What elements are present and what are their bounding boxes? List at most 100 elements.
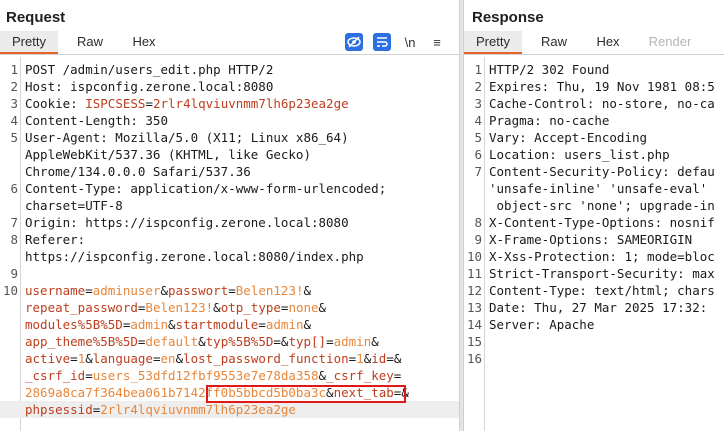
response-tab-raw[interactable]: Raw [530, 31, 578, 53]
menu-icon[interactable]: ≡ [428, 33, 446, 51]
request-line: 8 Referer: [0, 231, 459, 248]
token: & [168, 317, 176, 332]
token: = [326, 334, 334, 349]
token: app_theme%5B%5D [25, 334, 138, 349]
token: = [393, 368, 402, 383]
line-text: https://ispconfig.zerone.local:8080/inde… [25, 248, 364, 265]
highlight-box [206, 385, 406, 403]
request-line: 5 User-Agent: Mozilla/5.0 (X11; Linux x86… [0, 129, 459, 146]
request-tab-hex[interactable]: Hex [120, 31, 168, 53]
token: = [152, 351, 161, 366]
response-pane: Response Pretty Raw Hex Render 1 HTTP/2 3… [464, 0, 724, 431]
line-text: object-src 'none'; upgrade-in [489, 197, 715, 214]
response-line: 15 [464, 333, 724, 350]
line-text: _csrf_id=users_53dfd12fbf9553e7e78da358&… [25, 367, 401, 384]
request-tab-pretty[interactable]: Pretty [0, 31, 58, 54]
response-title: Response [472, 9, 544, 26]
request-line: 4 Content-Length: 350 [0, 112, 459, 129]
line-text: Referer: [25, 231, 85, 248]
response-line: object-src 'none'; upgrade-in [464, 197, 724, 214]
line-text: User-Agent: Mozilla/5.0 (X11; Linux x86_… [25, 129, 349, 146]
line-text: Content-Security-Policy: defau [489, 163, 715, 180]
line-text: Server: Apache [489, 316, 594, 333]
line-number: 3 [10, 96, 18, 111]
line-text: Expires: Thu, 19 Nov 1981 08:5 [489, 78, 715, 95]
token: X-Xss-Protection: 1; mode=bloc [489, 249, 715, 264]
request-line: Chrome/134.0.0.0 Safari/537.36 [0, 163, 459, 180]
line-text: Content-Type: text/html; chars [489, 282, 715, 299]
token: POST /admin/users_edit.php HTTP/2 [25, 62, 274, 77]
token: otp_type [220, 300, 281, 315]
request-line: 2 Host: ispconfig.zerone.local:8080 [0, 78, 459, 95]
token: = [85, 283, 93, 298]
token: & [303, 317, 312, 332]
request-tab-raw[interactable]: Raw [66, 31, 114, 53]
line-number: 3 [474, 96, 482, 111]
line-text: repeat_password=Belen123!&otp_type=none& [25, 299, 326, 316]
token: AppleWebKit/537.36 (KHTML, like Gecko) [25, 147, 311, 162]
token: Date: Thu, 27 Mar 2025 17:32: [489, 300, 708, 315]
token: Location: users_list.php [489, 147, 670, 162]
request-line: phpsessid=2rlr4lqviuvnmm7lh6p23ea2ge [0, 401, 459, 418]
token: Host: ispconfig.zerone.local:8080 [25, 79, 274, 94]
response-line: 7 Content-Security-Policy: defau [464, 163, 724, 180]
token: repeat_password [25, 300, 138, 315]
token: & [175, 351, 184, 366]
token: Origin: https://ispconfig.zerone.local:8… [25, 215, 349, 230]
token: = [85, 368, 93, 383]
token: HTTP/2 302 Found [489, 62, 610, 77]
token: Pragma: no-cache [489, 113, 610, 128]
request-line: 3 Cookie: ISPCSESS=2rlr4lqviuvnmm7lh6p23e… [0, 95, 459, 112]
request-editor[interactable]: 1 POST /admin/users_edit.php HTTP/2 2 Host:… [0, 57, 459, 431]
line-number: 2 [10, 79, 18, 94]
token: = [145, 96, 153, 111]
response-line: 11 Strict-Transport-Security: max [464, 265, 724, 282]
line-text: 'unsafe-inline' 'unsafe-eval' [489, 180, 707, 197]
line-text: Location: users_list.php [489, 146, 670, 163]
hide-eye-icon[interactable] [345, 33, 363, 51]
line-number: 9 [10, 266, 18, 281]
line-number: 5 [10, 130, 18, 145]
response-tab-render[interactable]: Render [642, 31, 698, 53]
token: Cache-Control: no-store, no-ca [489, 96, 715, 111]
request-line: 9 [0, 265, 459, 282]
line-number: 15 [466, 334, 482, 349]
response-line: 8 X-Content-Type-Options: nosnif [464, 214, 724, 231]
line-text: Date: Thu, 27 Mar 2025 17:32: [489, 299, 707, 316]
token: id [371, 351, 387, 366]
token: lost_password_function [183, 351, 349, 366]
line-text: Origin: https://ispconfig.zerone.local:8… [25, 214, 349, 231]
token: Strict-Transport-Security: max [489, 266, 715, 281]
token: typ[] [288, 334, 327, 349]
token: phpsessid [25, 402, 93, 417]
token: & [213, 300, 221, 315]
response-tab-bar: Pretty Raw Hex Render [464, 31, 724, 55]
token: User-Agent: Mozilla/5.0 (X11; Linux x86_… [25, 130, 349, 145]
token: active [25, 351, 71, 366]
response-tab-pretty[interactable]: Pretty [464, 31, 522, 54]
line-text: Vary: Accept-Encoding [489, 129, 647, 146]
response-line: 1 HTTP/2 302 Found [464, 61, 724, 78]
request-line: repeat_password=Belen123!&otp_type=none& [0, 299, 459, 316]
response-line: 6 Location: users_list.php [464, 146, 724, 163]
token: X-Content-Type-Options: nosnif [489, 215, 715, 230]
token: & [85, 351, 93, 366]
request-line: charset=UTF-8 [0, 197, 459, 214]
line-text: Content-Type: application/x-www-form-url… [25, 180, 386, 197]
request-title: Request [6, 9, 66, 26]
response-tab-hex[interactable]: Hex [584, 31, 632, 53]
line-text: app_theme%5B%5D=default&typ%5B%5D=&typ[]… [25, 333, 379, 350]
token: Chrome/134.0.0.0 Safari/537.36 [25, 164, 251, 179]
wrap-lines-icon[interactable] [373, 33, 391, 51]
token: Content-Security-Policy: defau [489, 164, 715, 179]
request-line: 1 POST /admin/users_edit.php HTTP/2 [0, 61, 459, 78]
line-text: X-Xss-Protection: 1; mode=bloc [489, 248, 715, 265]
response-editor[interactable]: 1 HTTP/2 302 Found 2 Expires: Thu, 19 Nov 1… [464, 57, 724, 431]
newline-toggle-button[interactable]: \n [401, 33, 419, 51]
line-text: X-Frame-Options: SAMEORIGIN [489, 231, 692, 248]
token: Content-Length: 350 [25, 113, 168, 128]
token: admin [265, 317, 304, 332]
token: 2rlr4lqviuvnmm7lh6p23ea2ge [152, 96, 349, 111]
request-line: active=1&language=en&lost_password_funct… [0, 350, 459, 367]
token: startmodule [175, 317, 259, 332]
